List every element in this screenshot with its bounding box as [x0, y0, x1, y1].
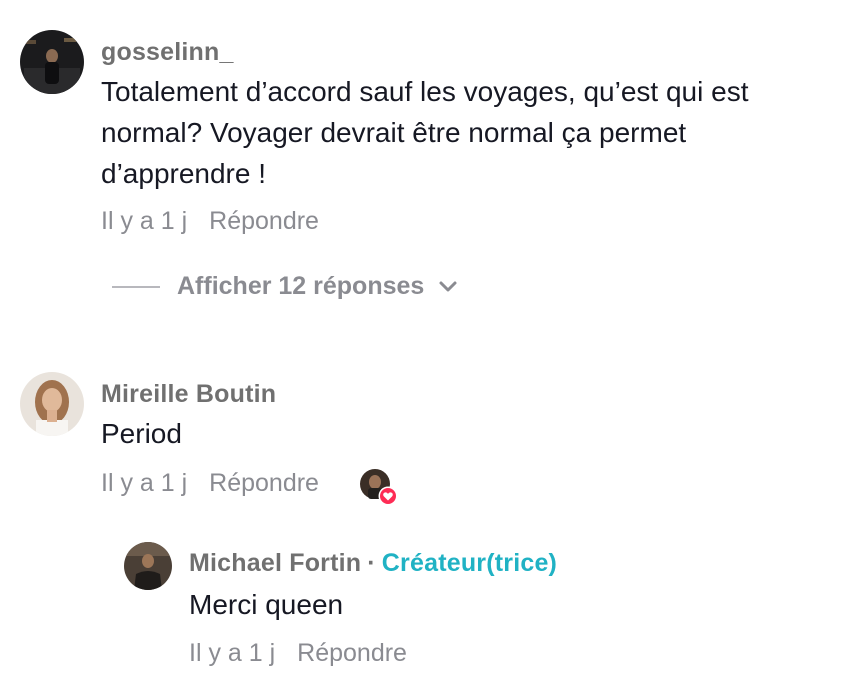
view-replies-label: Afficher 12 réponses: [177, 272, 425, 300]
comment-meta: Il y a 1 j Répondre: [101, 207, 319, 236]
reply-username-row: Michael Fortin · Créateur(trice): [189, 549, 557, 578]
comment-text-line: normal? Voyager devrait être normal ça p…: [101, 117, 687, 148]
reply-button[interactable]: Répondre: [209, 469, 319, 497]
chevron-down-icon: [438, 272, 458, 301]
comment-username[interactable]: Mireille Boutin: [101, 380, 276, 409]
creator-liked-badge: [359, 468, 399, 506]
comment-text: Totalement d’accord sauf les voyages, qu…: [101, 71, 748, 194]
comment-username[interactable]: gosselinn_: [101, 38, 234, 67]
comment-meta: Il y a 1 j Répondre: [101, 469, 319, 498]
avatar-michael-fortin[interactable]: [124, 542, 172, 590]
separator-dot: ·: [367, 549, 376, 577]
comment-text-line: d’apprendre !: [101, 158, 267, 189]
view-replies-button[interactable]: Afficher 12 réponses: [112, 272, 458, 301]
reply-button[interactable]: Répondre: [209, 207, 319, 235]
divider-line: [112, 285, 160, 288]
comment-text: Period: [101, 418, 182, 449]
comment-timestamp: Il y a 1 j: [101, 207, 188, 235]
comment-text-line: Totalement d’accord sauf les voyages, qu…: [101, 76, 749, 107]
creator-badge: Créateur(trice): [381, 549, 558, 577]
comment-timestamp: Il y a 1 j: [101, 469, 188, 497]
reply-timestamp: Il y a 1 j: [189, 639, 276, 667]
heart-icon: [378, 486, 398, 511]
avatar-gosselinn[interactable]: [20, 30, 84, 94]
reply-text: Merci queen: [189, 589, 344, 620]
reply-meta: Il y a 1 j Répondre: [189, 639, 407, 668]
reply-username[interactable]: Michael Fortin: [189, 549, 361, 577]
avatar-mireille-boutin[interactable]: [20, 372, 84, 436]
reply-button[interactable]: Répondre: [297, 639, 407, 667]
